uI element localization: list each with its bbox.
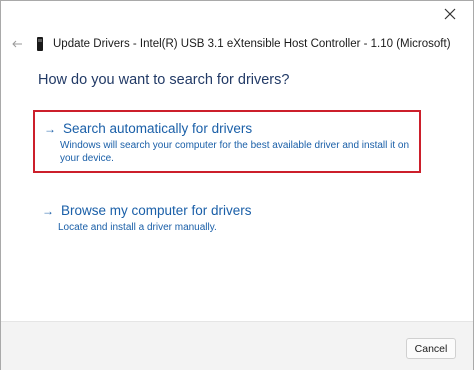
search-automatically-option[interactable]: → Search automatically for drivers Windo… — [33, 110, 421, 173]
update-drivers-dialog: Update Drivers - Intel(R) USB 3.1 eXtens… — [0, 0, 474, 370]
browse-computer-link[interactable]: Browse my computer for drivers — [61, 203, 252, 218]
arrow-right-icon: → — [42, 203, 54, 218]
usb-device-icon — [37, 37, 43, 51]
search-automatically-link[interactable]: Search automatically for drivers — [63, 121, 252, 136]
arrow-right-icon: → — [44, 121, 56, 136]
option-title-row: → Search automatically for drivers — [44, 121, 419, 136]
option-title-row: → Browse my computer for drivers — [42, 203, 421, 218]
close-icon[interactable] — [443, 7, 457, 21]
dialog-title: Update Drivers - Intel(R) USB 3.1 eXtens… — [53, 38, 451, 50]
back-arrow-icon[interactable] — [11, 38, 23, 50]
cancel-button[interactable]: Cancel — [406, 338, 456, 359]
dialog-footer: Cancel — [1, 321, 473, 370]
browse-computer-option[interactable]: → Browse my computer for drivers Locate … — [33, 200, 421, 240]
page-heading: How do you want to search for drivers? — [38, 72, 290, 88]
browse-computer-description: Locate and install a driver manually. — [58, 222, 217, 233]
search-automatically-description: Windows will search your computer for th… — [60, 140, 410, 164]
dialog-header: Update Drivers - Intel(R) USB 3.1 eXtens… — [11, 37, 451, 51]
